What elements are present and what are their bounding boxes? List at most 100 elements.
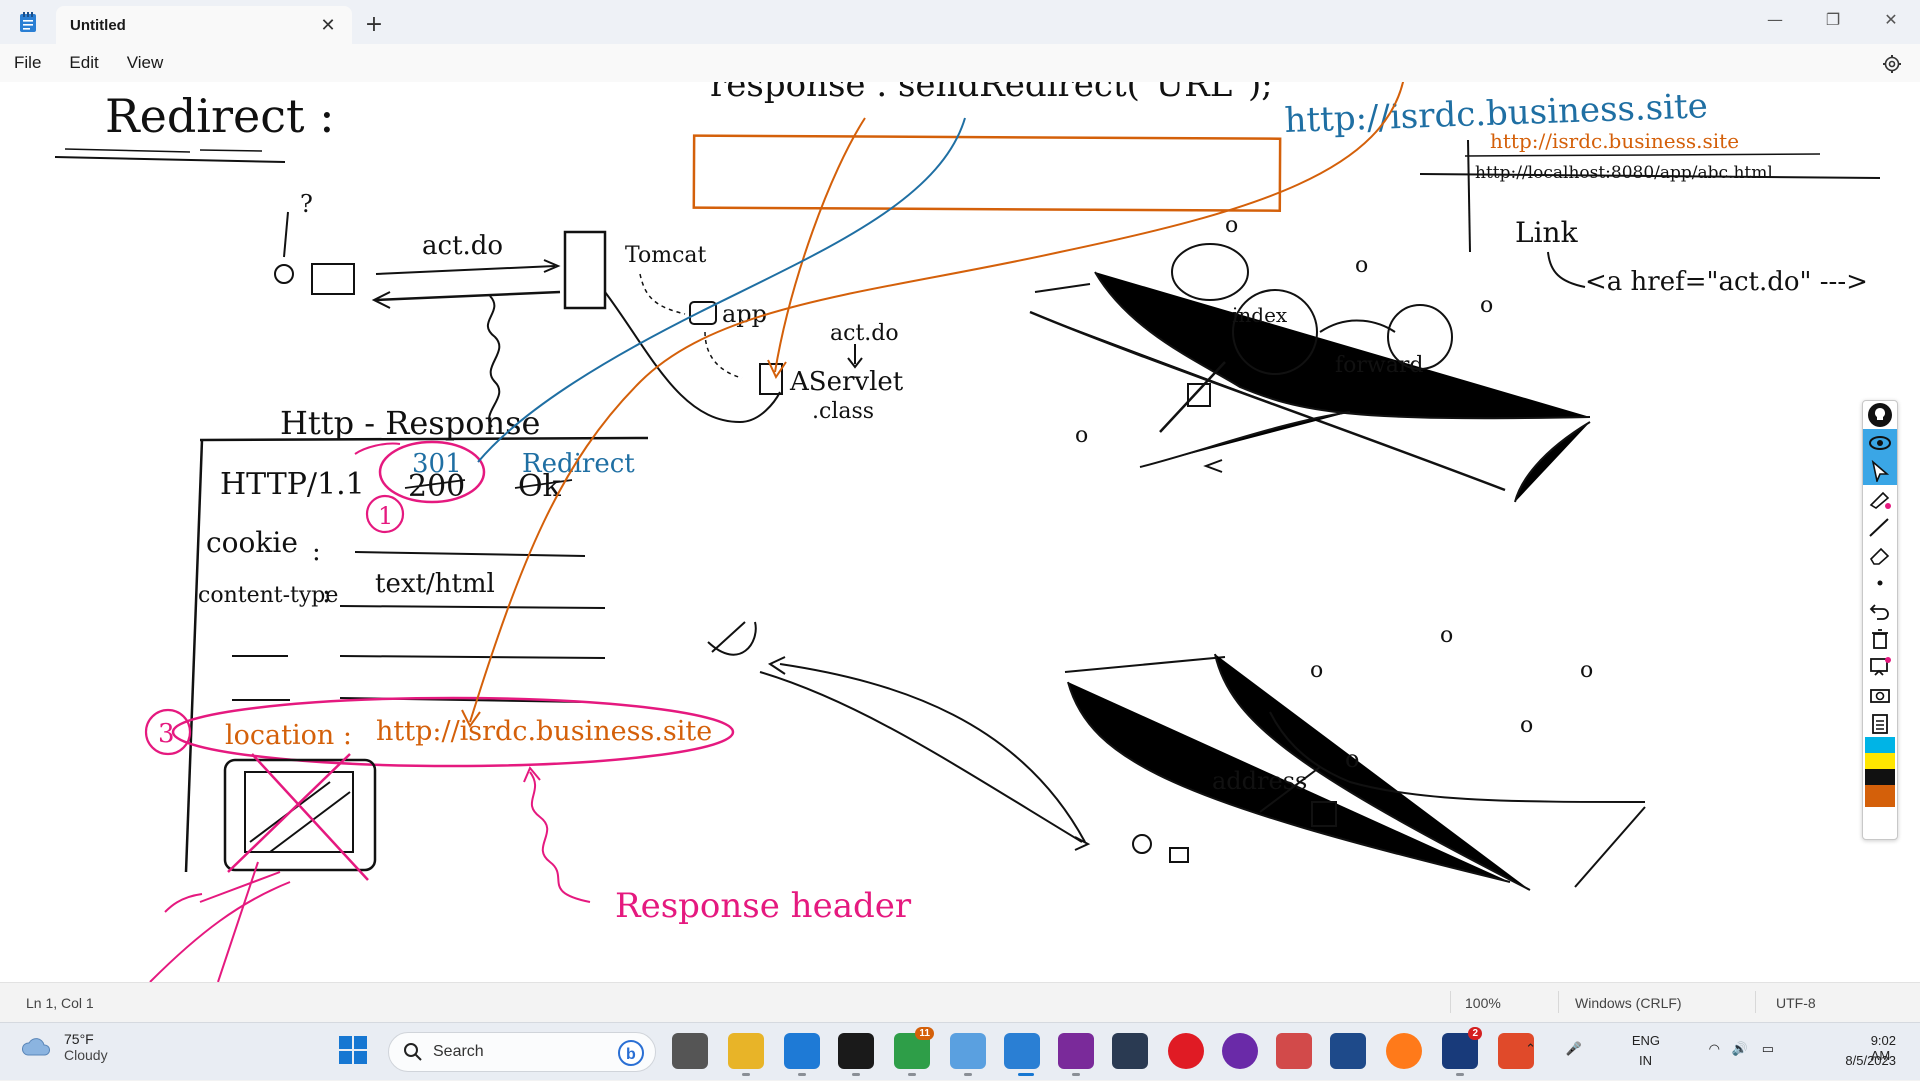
menu-view[interactable]: View	[113, 48, 178, 78]
code-send-redirect: response . sendRedirect("URL");	[710, 82, 1273, 105]
clock-date[interactable]: 8/5/2023	[1845, 1053, 1896, 1068]
color-swatch-cyan[interactable]	[1865, 737, 1895, 753]
vscode-icon[interactable]	[784, 1033, 820, 1069]
taskbar-search[interactable]: Search b	[388, 1032, 656, 1072]
http-response-label: Http - Response	[280, 404, 540, 442]
svg-text:o: o	[1345, 745, 1359, 773]
start-button[interactable]	[338, 1035, 372, 1069]
chrome-icon[interactable]: 11	[894, 1027, 934, 1069]
app-label: app	[722, 300, 767, 328]
svg-text:3: 3	[158, 719, 175, 749]
undo-icon[interactable]	[1863, 597, 1897, 625]
notepad-taskbar-icon[interactable]	[1004, 1033, 1040, 1069]
packet-icon	[1187, 383, 1211, 407]
svg-text:o: o	[1355, 253, 1368, 278]
highlighter-icon[interactable]	[1863, 485, 1897, 513]
maximize-button[interactable]: ❐	[1804, 0, 1862, 38]
chrome-badge: 11	[915, 1027, 934, 1040]
line-ending[interactable]: Windows (CRLF)	[1575, 995, 1682, 1011]
terminal-icon[interactable]	[838, 1033, 874, 1069]
wifi-icon[interactable]: ◠	[1709, 1041, 1720, 1057]
color-swatch-black[interactable]	[1865, 769, 1895, 785]
paint-icon[interactable]	[950, 1033, 986, 1069]
word-icon[interactable]: 2	[1442, 1027, 1482, 1069]
cloud-icon	[1171, 243, 1249, 301]
title-redirect: Redirect :	[105, 89, 335, 143]
svg-text:o: o	[1520, 713, 1533, 738]
content-type-value: text/html	[375, 569, 495, 599]
act-do-label-2: act.do	[830, 321, 899, 346]
menu-file[interactable]: File	[0, 48, 55, 78]
weather-condition: Cloudy	[64, 1047, 108, 1063]
status-bar: Ln 1, Col 1 100% Windows (CRLF) UTF-8	[0, 982, 1920, 1022]
language-2[interactable]: IN	[1639, 1053, 1652, 1068]
eraser-icon[interactable]	[1863, 541, 1897, 569]
location-label: location :	[225, 720, 352, 751]
microphone-icon[interactable]: 🎤	[1566, 1041, 1582, 1057]
task-view-icon[interactable]	[672, 1033, 708, 1069]
svg-text:o: o	[1225, 213, 1238, 238]
servlet-ext-label: .class	[812, 399, 874, 424]
extension-app-icon[interactable]	[1222, 1033, 1258, 1069]
pen-icon[interactable]	[1863, 513, 1897, 541]
forward-label: forward	[1335, 353, 1423, 378]
trash-icon[interactable]	[1863, 625, 1897, 653]
battery-icon[interactable]: ▭	[1762, 1041, 1774, 1057]
opera-icon[interactable]	[1168, 1033, 1204, 1069]
chevron-up-icon[interactable]: ⌃	[1525, 1041, 1536, 1057]
editor-area[interactable]: Redirect : response . sendRedirect("URL"…	[0, 82, 1920, 982]
svg-text:o: o	[1480, 293, 1493, 318]
svg-text:o: o	[1580, 658, 1593, 683]
link-label: Link	[1515, 216, 1579, 249]
svg-text:1: 1	[378, 502, 393, 530]
svg-text::: :	[312, 537, 321, 567]
dot-size-icon[interactable]	[1863, 569, 1897, 597]
camera-icon[interactable]	[1863, 681, 1897, 709]
taskbar: 75°F Cloudy Search b 11 2 ⌃ 🎤 ENG IN ◠ 🔊…	[0, 1022, 1920, 1080]
bing-icon[interactable]: b	[617, 1039, 645, 1067]
clipboard-icon[interactable]	[1863, 709, 1897, 737]
search-icon	[404, 1043, 422, 1061]
file-explorer-icon[interactable]	[728, 1033, 764, 1069]
weather-widget[interactable]: 75°F Cloudy	[20, 1031, 108, 1063]
kali-icon[interactable]	[1330, 1033, 1366, 1069]
volume-icon[interactable]: 🔊	[1732, 1041, 1748, 1057]
minimize-button[interactable]: —	[1746, 0, 1804, 38]
mysql-icon[interactable]	[1112, 1033, 1148, 1069]
whiteboard-icon[interactable]	[1863, 653, 1897, 681]
close-window-button[interactable]: ✕	[1862, 0, 1920, 38]
index-label: index	[1232, 303, 1288, 327]
word-badge: 2	[1468, 1027, 1482, 1040]
server-icon	[563, 230, 607, 310]
svg-text:o: o	[1310, 658, 1323, 683]
content-type-label: content-type	[198, 583, 338, 608]
encoding[interactable]: UTF-8	[1776, 995, 1816, 1011]
lightbulb-icon[interactable]	[1863, 401, 1897, 429]
cursor-icon[interactable]	[1863, 457, 1897, 485]
firefox-icon[interactable]	[1386, 1033, 1422, 1069]
notepad-app-icon	[0, 0, 56, 44]
eye-icon[interactable]	[1863, 429, 1897, 457]
color-swatch-orange[interactable]	[1865, 785, 1895, 807]
cookie-label: cookie	[206, 526, 298, 559]
title-bar: Untitled ✕ + — ❐ ✕	[0, 0, 1920, 44]
svg-text:b: b	[626, 1046, 636, 1063]
url-localhost: http://localhost:8080/app/abc.html	[1475, 163, 1773, 183]
menu-edit[interactable]: Edit	[55, 48, 112, 78]
tab-untitled[interactable]: Untitled ✕	[56, 6, 352, 44]
eraser-app-icon[interactable]	[1276, 1033, 1312, 1069]
svg-text:?: ?	[300, 190, 313, 218]
pen-app-icon[interactable]	[1058, 1033, 1094, 1069]
zoom-level[interactable]: 100%	[1465, 995, 1501, 1011]
color-swatch-yellow[interactable]	[1865, 753, 1895, 769]
tab-title: Untitled	[70, 16, 126, 34]
close-tab-icon[interactable]: ✕	[314, 11, 342, 39]
new-tab-button[interactable]: +	[352, 4, 396, 44]
pen-toolbar	[1862, 400, 1898, 840]
monitor-icon	[311, 263, 355, 295]
tomcat-label: Tomcat	[625, 243, 707, 268]
settings-gear-icon[interactable]	[1878, 50, 1906, 78]
cursor-position: Ln 1, Col 1	[26, 995, 94, 1011]
servlet-label: AServlet	[789, 367, 904, 397]
language-1[interactable]: ENG	[1632, 1033, 1660, 1048]
